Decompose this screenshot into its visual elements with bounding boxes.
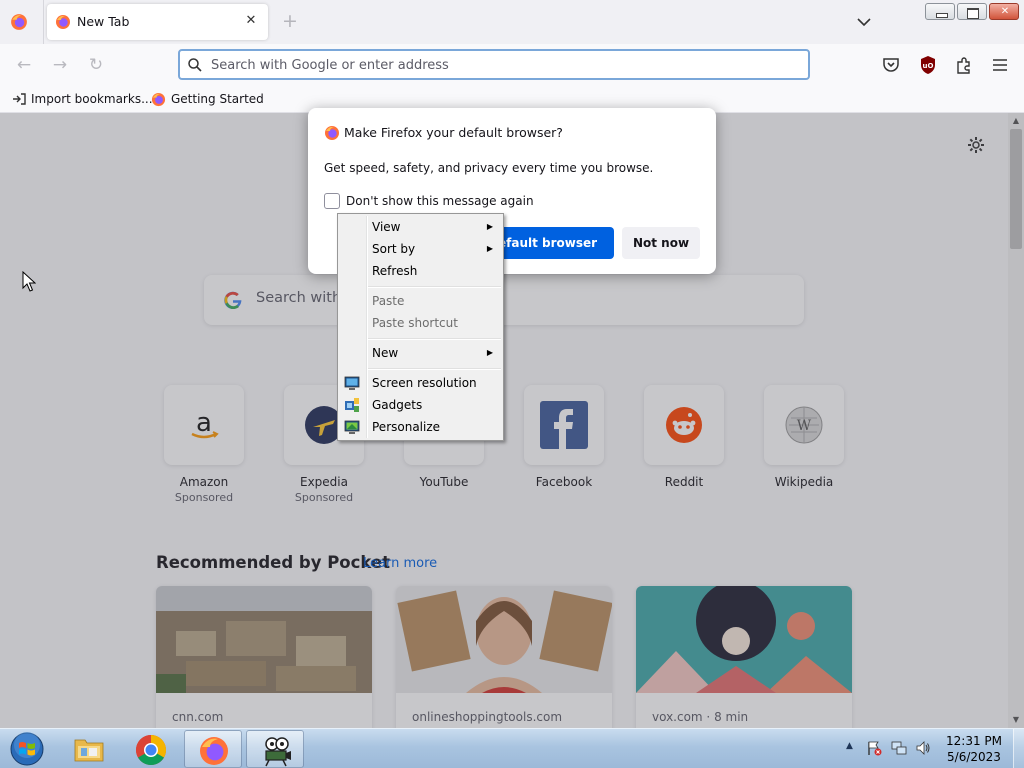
chevron-down-icon[interactable] xyxy=(855,14,873,30)
firefox-icon xyxy=(151,92,166,106)
gadgets-icon xyxy=(345,398,359,412)
taskbar-chrome[interactable] xyxy=(122,730,180,768)
menu-item-label: Personalize xyxy=(372,420,441,434)
close-window-button[interactable] xyxy=(989,3,1020,20)
svg-text:uO: uO xyxy=(923,62,934,70)
hamburger-menu-icon[interactable] xyxy=(990,55,1010,75)
close-tab-icon[interactable]: ✕ xyxy=(242,12,260,30)
menu-separator xyxy=(368,338,501,340)
tab-title: New Tab xyxy=(77,14,130,29)
dialog-title: Make Firefox your default browser? xyxy=(344,125,563,140)
show-desktop-button[interactable] xyxy=(1013,729,1024,768)
windows-start-orb-icon[interactable] xyxy=(5,731,49,767)
menu-item-label: View xyxy=(372,220,401,234)
bookmark-label: Import bookmarks... xyxy=(31,92,153,106)
taskbar-explorer[interactable] xyxy=(60,730,118,768)
navigation-toolbar: ← → ↻ uO xyxy=(0,44,1024,86)
clock-date: 5/6/2023 xyxy=(947,750,1001,764)
bookmark-import[interactable]: Import bookmarks... xyxy=(12,90,153,108)
new-tab-plus-icon[interactable]: + xyxy=(280,11,300,31)
menu-item-paste: Paste xyxy=(340,290,501,312)
desktop-context-menu: View ▶ Sort by ▶ Refresh Paste Paste sho… xyxy=(337,213,504,441)
firefox-icon xyxy=(56,15,70,29)
menu-item-label: New xyxy=(372,346,399,360)
taskbar-media-app[interactable] xyxy=(246,730,304,768)
menu-item-gadgets[interactable]: Gadgets xyxy=(340,394,501,416)
restore-window-button[interactable] xyxy=(957,3,987,20)
taskbar-clock[interactable]: 12:31 PM 5/6/2023 xyxy=(944,733,1004,765)
show-hidden-icons-arrow-icon[interactable]: ▲ xyxy=(846,741,853,751)
menu-item-sort-by[interactable]: Sort by ▶ xyxy=(340,238,501,260)
menu-item-new[interactable]: New ▶ xyxy=(340,342,501,364)
import-icon xyxy=(13,93,26,105)
not-now-button[interactable]: Not now xyxy=(622,227,700,259)
volume-speaker-icon[interactable] xyxy=(915,740,931,756)
minimize-window-button[interactable] xyxy=(925,3,955,20)
windows-taskbar: ▲ 12:31 PM 5/6/2023 xyxy=(0,728,1024,768)
ublock-origin-icon[interactable]: uO xyxy=(918,55,938,75)
taskbar-firefox[interactable] xyxy=(184,730,242,768)
menu-separator xyxy=(368,286,501,288)
chrome-icon xyxy=(135,735,167,766)
address-input[interactable] xyxy=(211,54,791,76)
menu-item-view[interactable]: View ▶ xyxy=(340,216,501,238)
pocket-icon[interactable] xyxy=(881,55,901,75)
reload-icon[interactable]: ↻ xyxy=(86,55,106,75)
menu-item-refresh[interactable]: Refresh xyxy=(340,260,501,282)
menu-item-label: Paste shortcut xyxy=(372,316,458,330)
projector-icon xyxy=(265,737,291,767)
firefox-icon xyxy=(325,126,339,140)
menu-item-personalize[interactable]: Personalize xyxy=(340,416,501,438)
menu-item-screen-resolution[interactable]: Screen resolution xyxy=(340,372,501,394)
tab-separator xyxy=(43,0,44,44)
menu-item-label: Sort by xyxy=(372,242,416,256)
back-arrow-icon[interactable]: ← xyxy=(14,55,34,75)
submenu-arrow-icon: ▶ xyxy=(486,348,493,357)
firefox-icon xyxy=(200,737,228,765)
search-icon xyxy=(188,58,202,72)
personalize-icon xyxy=(344,420,360,434)
submenu-arrow-icon: ▶ xyxy=(486,222,493,231)
forward-arrow-icon[interactable]: → xyxy=(50,55,70,75)
menu-separator xyxy=(368,368,501,370)
menu-item-paste-shortcut: Paste shortcut xyxy=(340,312,501,334)
dont-show-again-checkbox[interactable] xyxy=(324,193,340,209)
bookmark-getting-started[interactable]: Getting Started xyxy=(151,90,264,108)
network-icon[interactable] xyxy=(891,740,907,756)
bookmark-label: Getting Started xyxy=(171,92,264,106)
folder-icon xyxy=(74,739,104,762)
firefox-icon[interactable] xyxy=(10,13,28,31)
menu-item-label: Refresh xyxy=(372,264,418,278)
screen-resolution-icon xyxy=(344,376,360,390)
address-bar[interactable] xyxy=(178,49,810,80)
menu-item-label: Screen resolution xyxy=(372,376,477,390)
action-center-flag-icon[interactable] xyxy=(866,740,882,756)
dialog-body-text: Get speed, safety, and privacy every tim… xyxy=(324,161,654,175)
tab-strip: New Tab ✕ + xyxy=(0,0,1024,44)
dont-show-again-label[interactable]: Don't show this message again xyxy=(346,194,534,208)
mouse-pointer-icon xyxy=(22,271,36,292)
menu-item-label: Gadgets xyxy=(372,398,423,412)
clock-time: 12:31 PM xyxy=(946,734,1002,748)
tab-new-tab[interactable]: New Tab ✕ xyxy=(47,4,268,40)
submenu-arrow-icon: ▶ xyxy=(486,244,493,253)
menu-item-label: Paste xyxy=(372,294,405,308)
extensions-puzzle-icon[interactable] xyxy=(954,55,974,75)
